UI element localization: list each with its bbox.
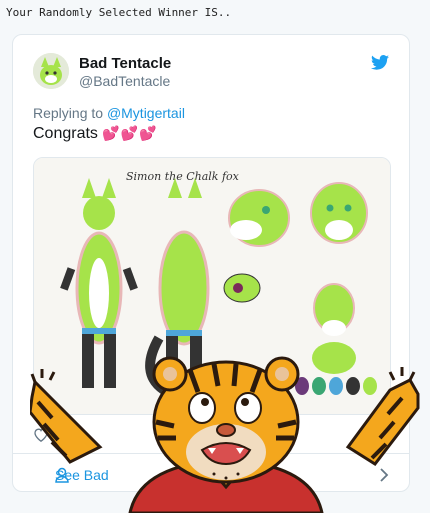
media-caption: Simon the Chalk fox (126, 170, 240, 183)
tiger-mascot-overlay (30, 356, 420, 513)
replying-to: Replying to @Mytigertail (33, 105, 185, 121)
tweet-body: Congrats (33, 125, 98, 142)
page-heading: Your Randomly Selected Winner IS.. (6, 6, 232, 19)
twitter-bird-icon[interactable] (371, 55, 389, 75)
replying-prefix: Replying to (33, 105, 107, 121)
tweet-text: Congrats 💕💕💕 (33, 125, 158, 143)
user-handle[interactable]: @BadTentacle (79, 73, 170, 89)
avatar-image (33, 53, 69, 89)
mention-link[interactable]: @Mytigertail (107, 105, 185, 121)
display-name[interactable]: Bad Tentacle (79, 55, 171, 72)
avatar[interactable] (33, 53, 69, 89)
hearts-emoji: 💕💕💕 (102, 125, 158, 141)
